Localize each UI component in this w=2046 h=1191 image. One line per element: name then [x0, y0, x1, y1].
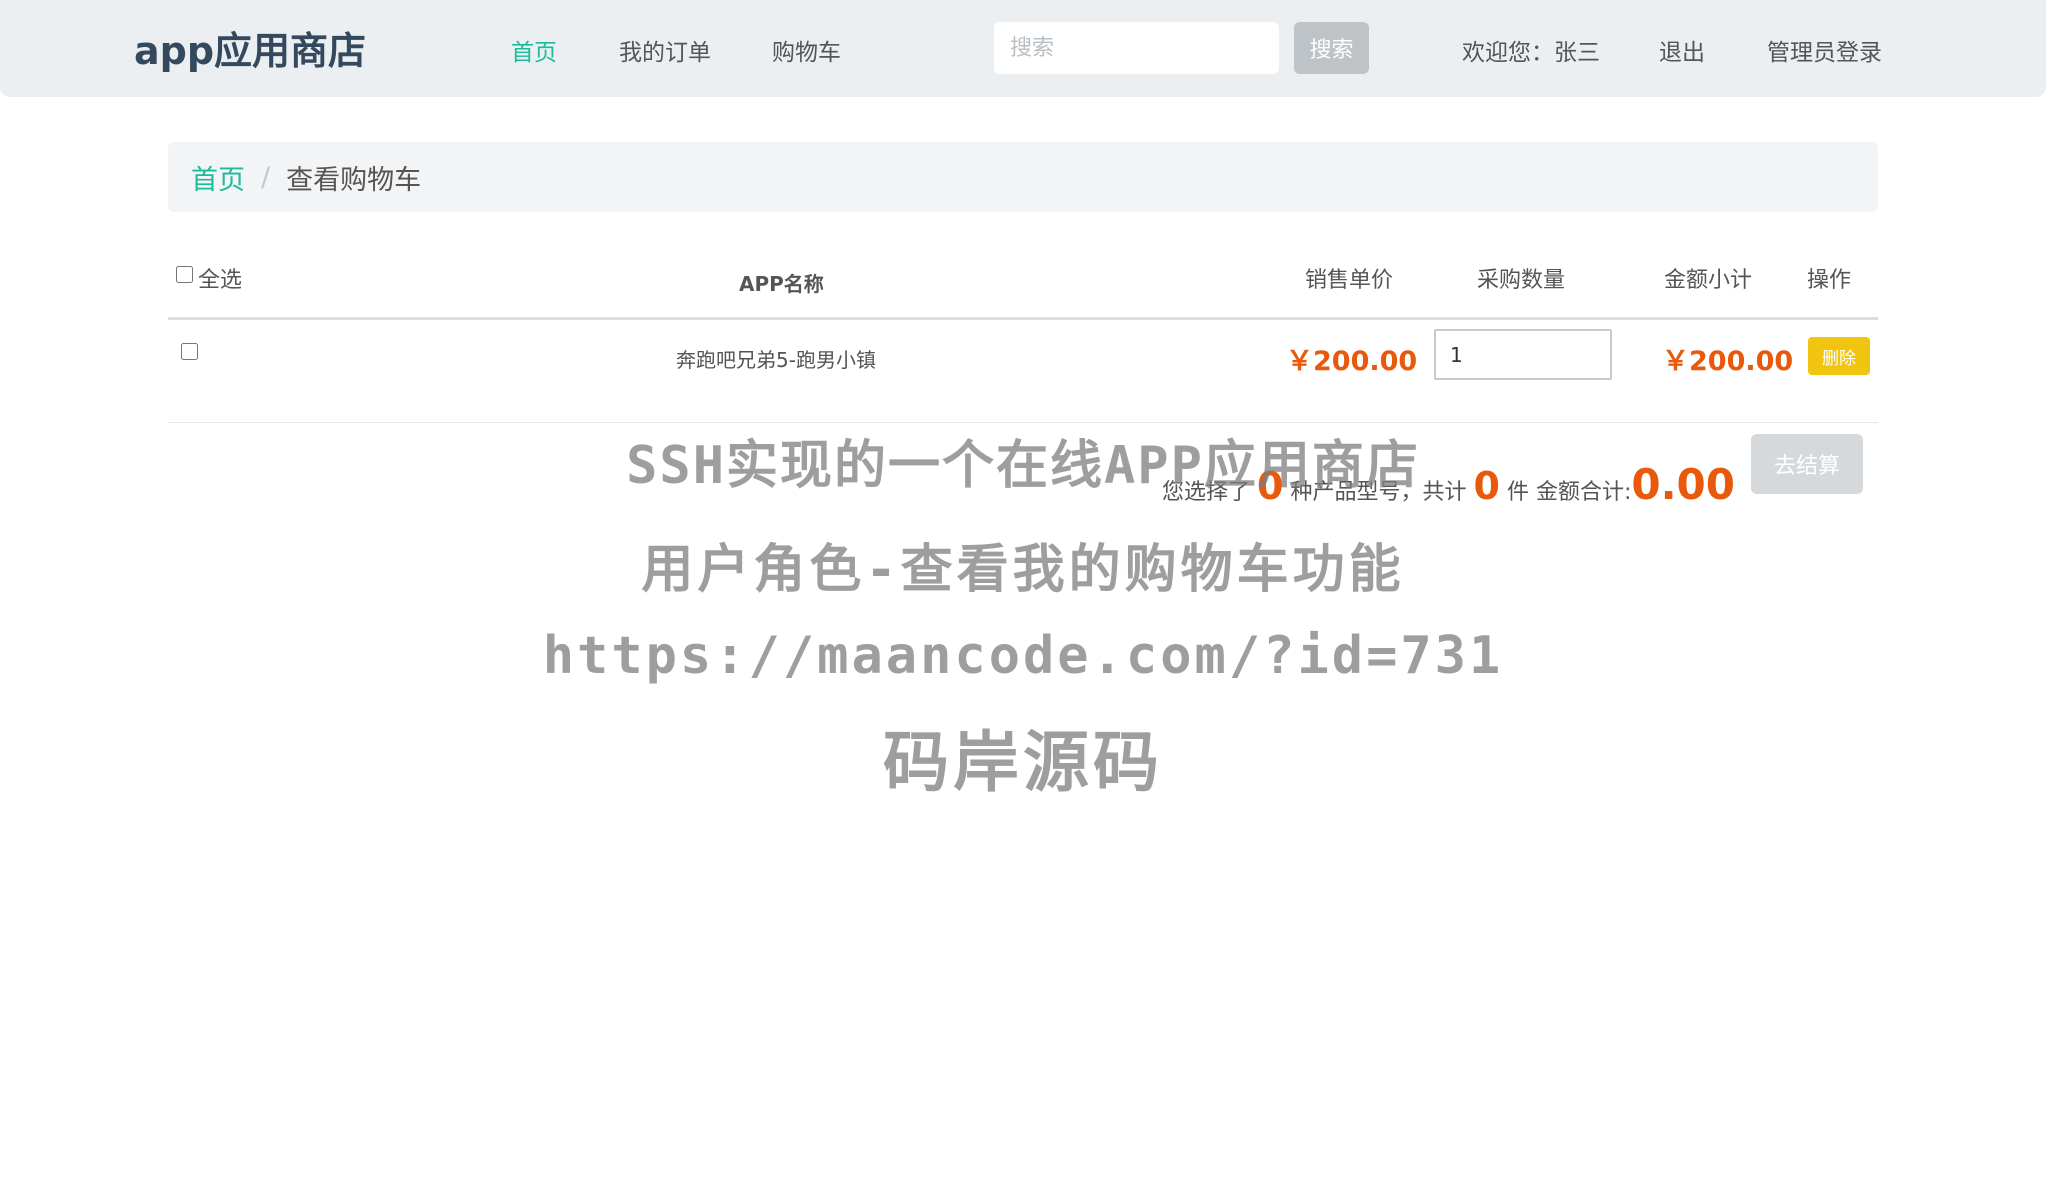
cart-summary: 您选择了 0 种产品型号，共计 0 件 金额合计:0.00	[1162, 460, 1735, 509]
row-checkbox[interactable]	[181, 343, 198, 360]
admin-login-link[interactable]: 管理员登录	[1767, 33, 1882, 67]
checkout-button[interactable]: 去结算	[1751, 434, 1863, 494]
welcome-user[interactable]: 欢迎您：张三	[1462, 33, 1600, 67]
header-unit-price: 销售单价	[1305, 268, 1394, 293]
quantity-input[interactable]	[1434, 329, 1612, 380]
nav-home[interactable]: 首页	[511, 33, 557, 67]
watermark-line-4: 码岸源码	[883, 724, 1163, 801]
header-quantity: 采购数量	[1477, 268, 1566, 293]
row-unit-price: ￥200.00	[1286, 346, 1418, 377]
top-navbar: app应用商店 首页 我的订单 购物车 搜索 欢迎您：张三 退出 管理员登录	[0, 0, 2046, 97]
summary-prefix: 您选择了	[1162, 480, 1251, 505]
watermark-line-2: 用户角色-查看我的购物车功能	[641, 540, 1405, 600]
breadcrumb-current: 查看购物车	[286, 164, 422, 196]
summary-kinds-count: 0	[1257, 464, 1284, 508]
table-row-divider	[168, 422, 1878, 423]
watermark-line-3: https://maancode.com/?id=731	[542, 626, 1504, 686]
search-button[interactable]: 搜索	[1294, 22, 1369, 74]
delete-button[interactable]: 删除	[1808, 337, 1870, 375]
search-input[interactable]	[994, 22, 1279, 74]
header-action: 操作	[1807, 268, 1852, 293]
logout-link[interactable]: 退出	[1659, 33, 1705, 67]
select-all-checkbox[interactable]	[176, 266, 193, 283]
breadcrumb-home[interactable]: 首页	[191, 158, 245, 197]
breadcrumb: 首页 / 查看购物车	[168, 142, 1878, 212]
watermark-line-1: SSH实现的一个在线APP应用商店	[626, 436, 1420, 496]
breadcrumb-separator: /	[261, 161, 271, 193]
summary-kinds-suffix: 种产品型号，共计	[1290, 480, 1467, 505]
table-header-divider	[168, 317, 1878, 320]
header-subtotal: 金额小计	[1664, 268, 1753, 293]
header-app-name: APP名称	[739, 272, 824, 296]
summary-total-label: 金额合计:	[1535, 480, 1632, 505]
brand-logo[interactable]: app应用商店	[134, 20, 366, 75]
select-all-label: 全选	[198, 268, 243, 293]
row-app-name: 奔跑吧兄弟5-跑男小镇	[676, 348, 876, 372]
nav-my-orders[interactable]: 我的订单	[619, 33, 711, 67]
summary-count-suffix: 件	[1506, 480, 1529, 505]
summary-total-amount: 0.00	[1631, 460, 1736, 509]
row-subtotal: ￥200.00	[1662, 346, 1794, 377]
summary-item-count: 0	[1473, 464, 1500, 508]
nav-cart[interactable]: 购物车	[772, 33, 841, 67]
